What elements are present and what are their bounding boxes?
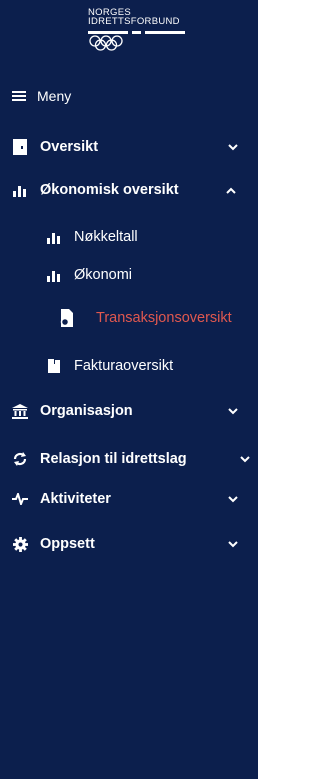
chevron-down-icon [228,494,238,504]
gear-icon [12,536,28,552]
menu-toggle-label: Meny [37,88,72,104]
sidebar: NORGES IDRETTSFORBUND Meny Oversikt Økon… [0,0,258,779]
chevron-down-icon [228,142,238,152]
logo-bar [132,31,141,34]
logo-bar [88,31,128,34]
nav-item-label: Organisasjon [40,403,133,419]
nav-subitem-transaksjonsoversikt[interactable]: Transaksjonsoversikt [0,300,258,336]
nav-subitem-okonomi[interactable]: Økonomi [0,257,258,293]
file-icon [46,358,62,374]
nav-item-organisasjon[interactable]: Organisasjon [0,393,258,429]
nav-item-label: Økonomisk oversikt [40,182,179,198]
nav-item-oversikt[interactable]: Oversikt [0,129,258,165]
bar-chart-icon [12,182,28,198]
bar-chart-icon [46,229,62,245]
nav-item-relasjon-til-idrettslag[interactable]: Relasjon til idrettslag [0,441,258,477]
nav-subitem-fakturaoversikt[interactable]: Fakturaoversikt [0,348,258,384]
refresh-icon [12,451,28,467]
nav-item-oppsett[interactable]: Oppsett [0,526,258,562]
nav-item-label: Oppsett [40,536,95,552]
nav-subitem-nokkeltall[interactable]: Nøkkeltall [0,219,258,255]
nav-subitem-label: Fakturaoversikt [74,358,174,374]
chevron-up-icon [226,185,236,195]
chevron-down-icon [240,454,250,464]
nav-item-label: Oversikt [40,139,99,155]
chevron-down-icon [228,406,238,416]
door-icon [12,139,28,155]
olympic-rings-icon [89,35,123,51]
nav-item-label: Relasjon til idrettslag [40,451,187,467]
nav-subitem-label: Transaksjonsoversikt [96,310,232,326]
bar-chart-icon [46,267,62,283]
nif-logo[interactable]: NORGES IDRETTSFORBUND [86,4,196,60]
file-invoice-icon [60,309,76,327]
logo-bar [145,31,185,34]
nav-subitem-label: Nøkkeltall [74,229,138,245]
hamburger-icon [12,90,26,102]
chevron-down-icon [228,539,238,549]
nav-item-label: Aktiviteter [40,491,111,507]
menu-toggle-button[interactable]: Meny [12,83,71,109]
nav-item-okonomisk-oversikt[interactable]: Økonomisk oversikt [0,172,258,208]
nav-item-aktiviteter[interactable]: Aktiviteter [0,481,258,517]
institution-icon [12,403,28,419]
logo-text-line2: IDRETTSFORBUND [88,16,180,27]
nav-subitem-label: Økonomi [74,267,133,283]
heartbeat-icon [12,491,28,507]
